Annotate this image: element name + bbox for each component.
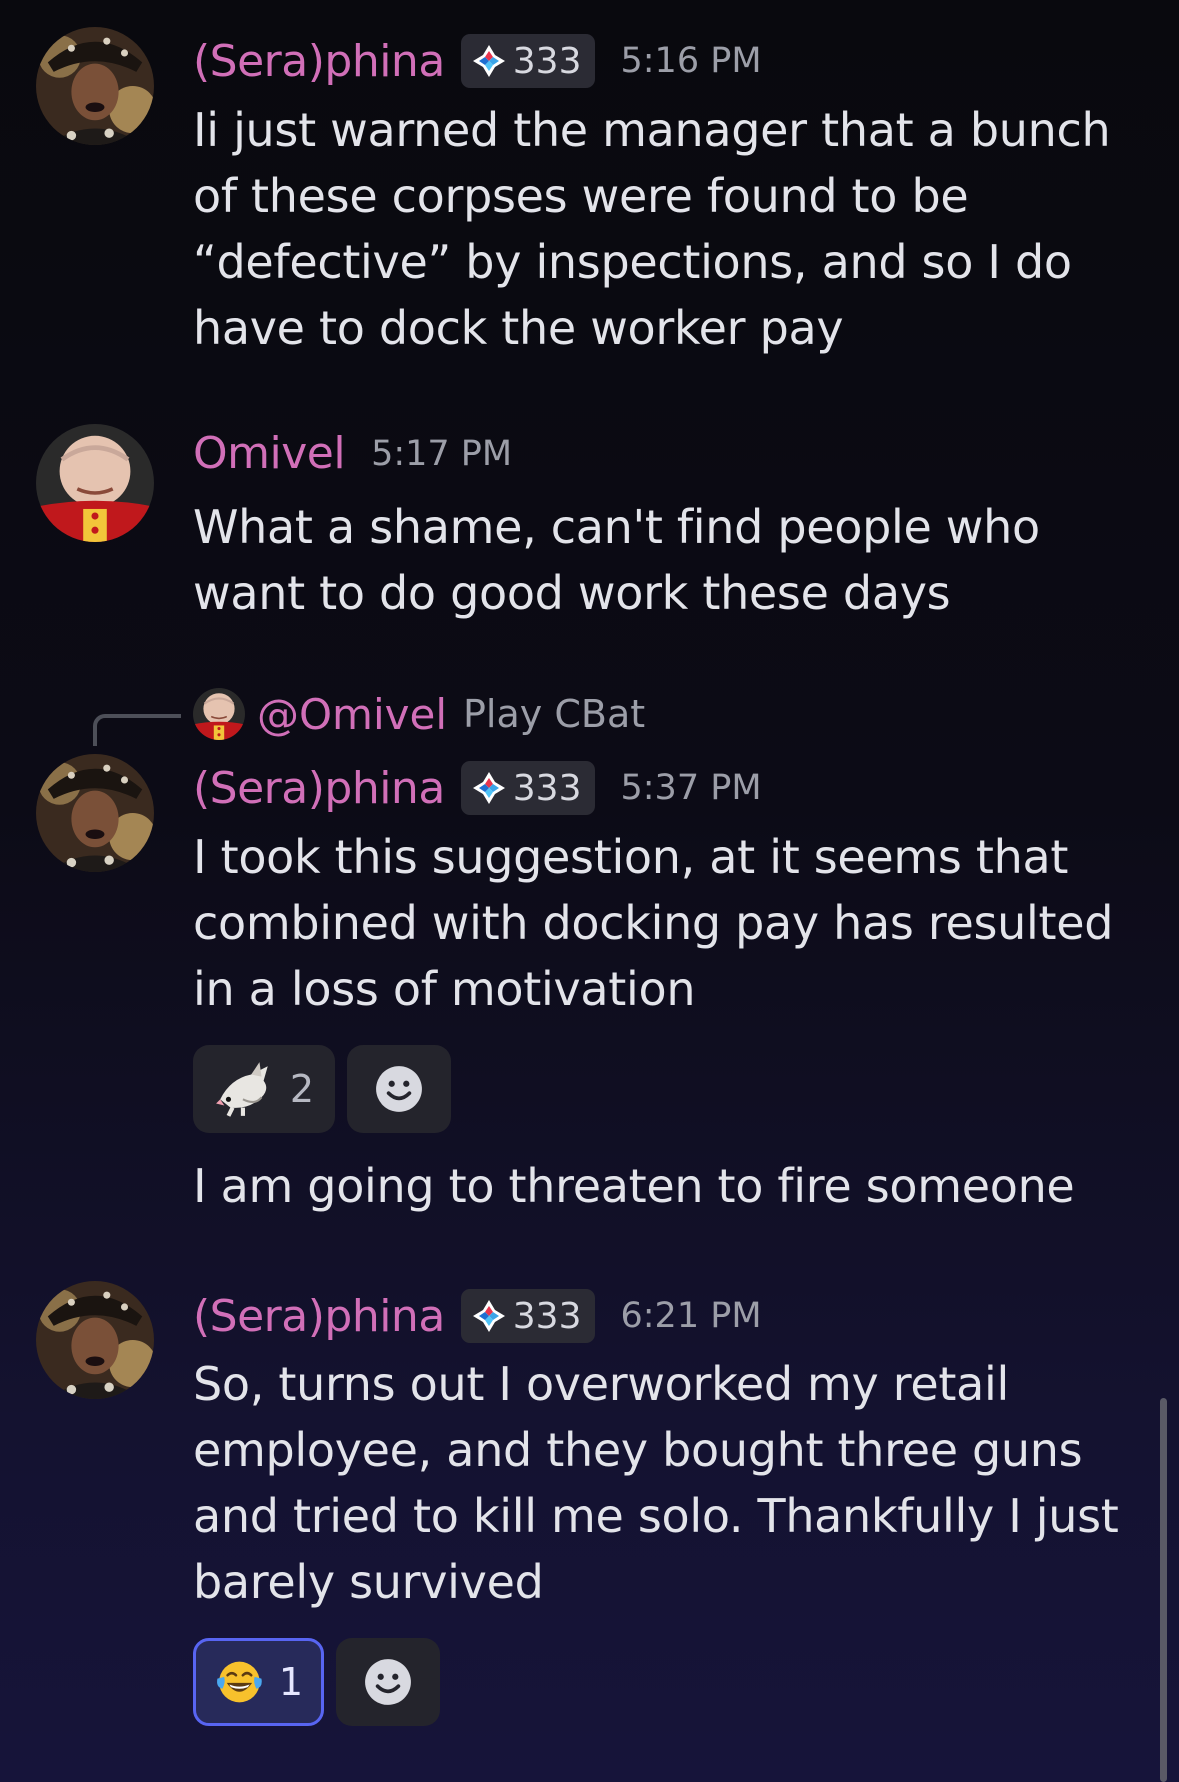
reply-preview[interactable]: @Omivel Play CBat xyxy=(193,688,645,740)
reply-username[interactable]: @Omivel xyxy=(257,690,447,739)
reaction-count: 2 xyxy=(289,1067,315,1111)
avatar[interactable] xyxy=(36,754,154,872)
avatar[interactable] xyxy=(36,27,154,145)
message-text: Ii just warned the manager that a bunch … xyxy=(193,103,1111,355)
badge-label: 333 xyxy=(512,40,582,82)
badge-label: 333 xyxy=(512,1295,582,1337)
username[interactable]: (Sera)phina xyxy=(193,1291,445,1342)
message-text-followup: I am going to threaten to fire someone xyxy=(193,1159,1075,1213)
username[interactable]: (Sera)phina xyxy=(193,36,445,87)
reaction-possum[interactable]: 2 xyxy=(193,1045,335,1133)
add-reaction-button[interactable] xyxy=(347,1045,451,1133)
username[interactable]: (Sera)phina xyxy=(193,763,445,814)
gem-icon xyxy=(471,770,507,806)
message-text: What a shame, can't find people who want… xyxy=(193,500,1040,620)
message-text: I took this suggestion, at it seems that… xyxy=(193,830,1114,1016)
user-avatar-icon xyxy=(36,1281,154,1399)
timestamp: 6:21 PM xyxy=(620,1296,762,1336)
server-tag-badge[interactable]: 333 xyxy=(460,34,595,88)
user-avatar-icon xyxy=(36,27,154,145)
reply-connector xyxy=(93,714,181,746)
reaction-laughing[interactable]: 1 xyxy=(193,1638,324,1726)
user-avatar-icon xyxy=(193,688,245,740)
gem-icon xyxy=(471,43,507,79)
user-avatar-icon xyxy=(36,754,154,872)
timestamp: 5:17 PM xyxy=(371,433,513,474)
timestamp: 5:37 PM xyxy=(620,768,762,808)
add-reaction-button[interactable] xyxy=(336,1638,440,1726)
message-text: So, turns out I overworked my retail emp… xyxy=(193,1357,1119,1609)
timestamp: 5:16 PM xyxy=(620,41,762,81)
username[interactable]: Omivel xyxy=(193,428,346,479)
reply-snippet[interactable]: Play CBat xyxy=(463,692,645,736)
gem-icon xyxy=(471,1298,507,1334)
badge-label: 333 xyxy=(512,767,582,809)
avatar[interactable] xyxy=(36,1281,154,1399)
possum-emoji-icon xyxy=(215,1062,268,1117)
scrollbar[interactable] xyxy=(1160,1398,1167,1782)
reply-avatar xyxy=(193,688,245,740)
laughing-tears-emoji-icon xyxy=(217,1661,262,1703)
user-avatar-icon xyxy=(36,424,154,542)
smile-icon xyxy=(363,1657,413,1707)
server-tag-badge[interactable]: 333 xyxy=(460,1289,595,1343)
reactions-bar: 1 xyxy=(193,1638,440,1726)
server-tag-badge[interactable]: 333 xyxy=(460,761,595,815)
reaction-count: 1 xyxy=(278,1660,303,1704)
smile-icon xyxy=(374,1064,424,1114)
reactions-bar: 2 xyxy=(193,1045,451,1133)
avatar[interactable] xyxy=(36,424,154,542)
